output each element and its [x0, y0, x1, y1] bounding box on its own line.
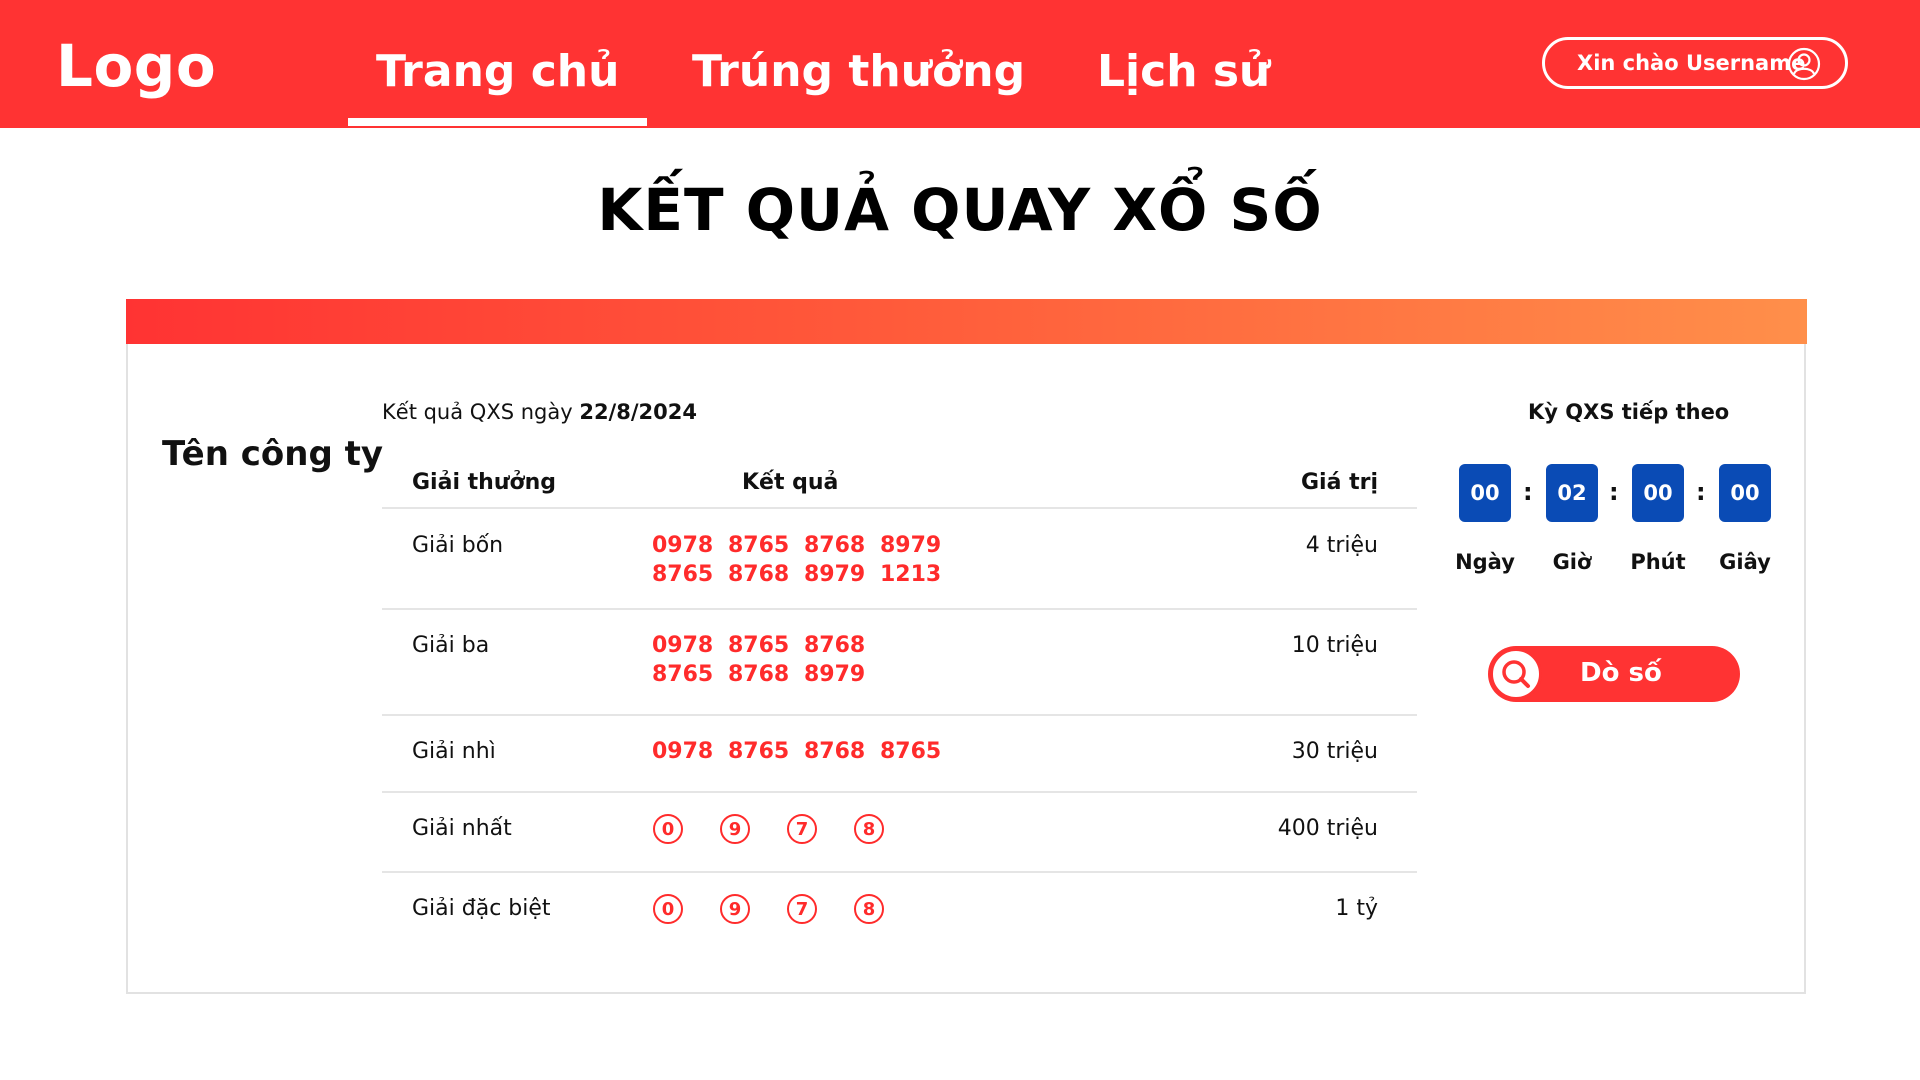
lottery-number: 8979: [804, 662, 866, 687]
card-header-gradient: [126, 299, 1807, 344]
lottery-number: 0978: [652, 633, 714, 658]
countdown-unit-minutes: Phút: [1630, 550, 1686, 574]
countdown-days: 00: [1459, 464, 1511, 522]
nav-tab-home[interactable]: Trang chủ: [347, 46, 648, 126]
next-draw-label: Kỳ QXS tiếp theo: [1528, 400, 1730, 424]
lottery-number: 1213: [880, 562, 942, 587]
row-divider: [382, 791, 1417, 793]
countdown-unit-seconds: Giây: [1719, 550, 1771, 574]
lottery-number: 8765: [728, 739, 790, 764]
prize-name: Giải nhì: [412, 739, 496, 764]
lottery-number: 8765: [728, 633, 790, 658]
prize-name: Giải bốn: [412, 533, 504, 558]
col-header-result: Kết quả: [742, 470, 839, 495]
digit-ball: 7: [787, 894, 817, 924]
countdown-unit-days: Ngày: [1455, 550, 1515, 574]
prize-name: Giải nhất: [412, 816, 512, 841]
countdown-separator: :: [1523, 478, 1533, 506]
prize-value: 30 triệu: [1291, 739, 1378, 764]
prize-name: Giải đặc biệt: [412, 896, 551, 921]
digit-ball: 8: [854, 814, 884, 844]
lottery-number: 8768: [804, 533, 866, 558]
digit-ball: 0: [653, 894, 683, 924]
lottery-number: 8765: [652, 562, 714, 587]
page-title: KẾT QUẢ QUAY XỔ SỐ: [597, 176, 1323, 244]
user-greeting-label: Xin chào Username: [1577, 51, 1806, 75]
lottery-number: 8768: [804, 633, 866, 658]
logo[interactable]: Logo: [56, 32, 216, 100]
digit-ball: 9: [720, 814, 750, 844]
lottery-number: 0978: [652, 739, 714, 764]
company-name: Tên công ty: [162, 434, 384, 474]
prize-value: 10 triệu: [1291, 633, 1378, 658]
col-header-value: Giá trị: [1300, 470, 1378, 495]
lottery-number: 8765: [880, 739, 942, 764]
search-icon-wrap: [1490, 648, 1542, 700]
countdown-unit-hours: Giờ: [1552, 550, 1592, 574]
nav-tab-winners[interactable]: Trúng thưởng: [692, 46, 1025, 97]
user-circle-icon: [1787, 47, 1821, 81]
user-greeting-button[interactable]: Xin chào Username: [1542, 37, 1848, 89]
digit-ball: 8: [854, 894, 884, 924]
lottery-number: 8979: [880, 533, 942, 558]
lottery-number: 0978: [652, 533, 714, 558]
digit-ball: 7: [787, 814, 817, 844]
row-divider: [382, 871, 1417, 873]
countdown-hours: 02: [1546, 464, 1598, 522]
prize-name: Giải ba: [412, 633, 490, 658]
row-divider: [382, 714, 1417, 716]
check-number-label: Dò số: [1580, 658, 1662, 688]
row-divider: [382, 608, 1417, 610]
digit-ball: 9: [720, 894, 750, 924]
countdown-minutes: 00: [1632, 464, 1684, 522]
col-header-prize: Giải thưởng: [412, 470, 557, 495]
nav-tab-history[interactable]: Lịch sử: [1097, 46, 1270, 97]
countdown-seconds: 00: [1719, 464, 1771, 522]
lottery-number: 8765: [652, 662, 714, 687]
results-date: 22/8/2024: [579, 400, 697, 424]
lottery-number: 8768: [728, 562, 790, 587]
row-divider: [382, 507, 1417, 509]
prize-value: 1 tỷ: [1335, 896, 1378, 921]
search-icon: [1502, 660, 1530, 688]
prize-value: 400 triệu: [1277, 816, 1378, 841]
prize-value: 4 triệu: [1305, 533, 1378, 558]
digit-ball: 0: [653, 814, 683, 844]
lottery-number: 8979: [804, 562, 866, 587]
results-date-line: Kết quả QXS ngày 22/8/2024: [382, 400, 697, 424]
lottery-number: 8768: [804, 739, 866, 764]
date-prefix: Kết quả QXS ngày: [382, 400, 580, 424]
countdown-separator: :: [1696, 478, 1706, 506]
lottery-number: 8768: [728, 662, 790, 687]
countdown-separator: :: [1609, 478, 1619, 506]
top-nav-bar: Logo Trang chủ Trúng thưởng Lịch sử Xin …: [0, 0, 1920, 128]
check-number-button[interactable]: Dò số: [1488, 646, 1740, 702]
lottery-number: 8765: [728, 533, 790, 558]
